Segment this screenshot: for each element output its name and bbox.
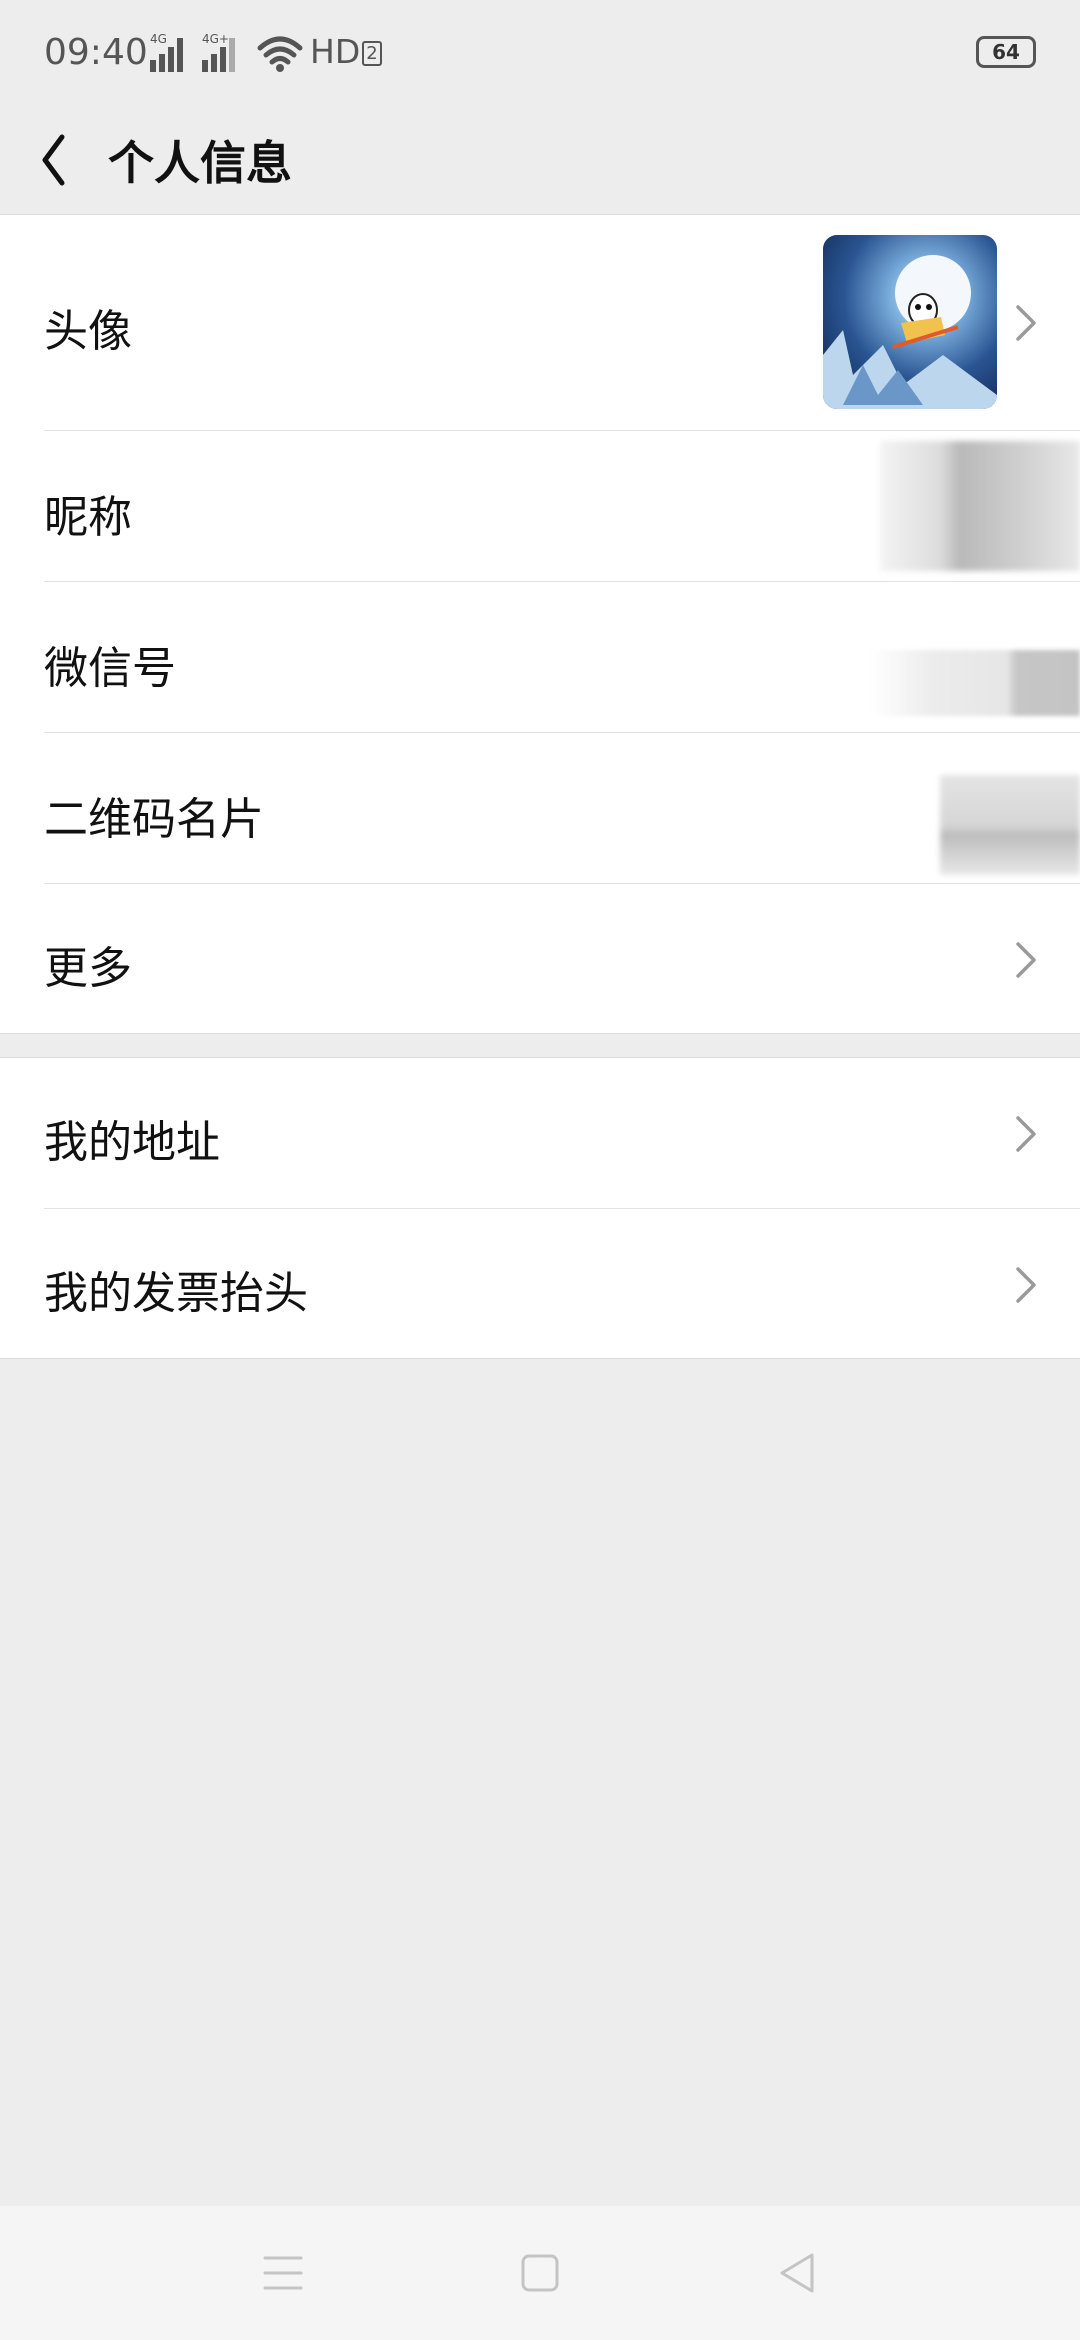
redacted-value	[880, 441, 1080, 571]
menu-icon[interactable]	[262, 2252, 304, 2294]
hd-indicator: HD 2	[310, 32, 382, 71]
row-label: 头像	[44, 306, 132, 357]
row-qr-card[interactable]: 二维码名片	[0, 733, 1080, 884]
row-label: 二维码名片	[44, 794, 264, 845]
row-label: 更多	[44, 943, 132, 994]
wifi-dot-icon	[276, 64, 284, 72]
row-label: 我的地址	[44, 1117, 220, 1168]
chevron-right-icon	[1016, 942, 1036, 978]
row-nickname[interactable]: 昵称	[0, 431, 1080, 582]
chevron-right-icon	[1016, 305, 1036, 341]
avatar[interactable]	[823, 235, 997, 409]
status-time: 09:40	[44, 32, 148, 73]
hd-sub: 2	[362, 41, 382, 66]
chevron-right-icon	[1016, 1116, 1036, 1152]
row-my-address[interactable]: 我的地址	[0, 1058, 1080, 1209]
network-label-2: 4G+	[202, 32, 229, 46]
address-section: 我的地址 我的发票抬头	[0, 1057, 1080, 1359]
network-label-1: 4G	[150, 32, 167, 46]
chevron-right-icon	[1016, 1267, 1036, 1303]
row-label: 微信号	[44, 643, 176, 694]
redacted-value	[940, 775, 1080, 875]
row-wechat-id[interactable]: 微信号	[0, 582, 1080, 733]
battery-icon: 64	[976, 36, 1036, 68]
signal-bar-icon	[211, 54, 217, 72]
wifi-icon	[257, 36, 303, 65]
signal-bar-icon	[177, 38, 183, 72]
signal-bar-icon	[168, 47, 174, 72]
profile-section: 头像 昵称 微信号 二维码名片 更多	[0, 214, 1080, 1034]
row-avatar[interactable]: 头像	[0, 215, 1080, 431]
signal-bar-icon	[220, 47, 226, 72]
signal-bar-icon	[150, 60, 156, 72]
nav-bar: 个人信息	[0, 105, 1080, 215]
redacted-value	[870, 650, 1080, 716]
back-triangle-icon[interactable]	[776, 2250, 818, 2296]
home-icon[interactable]	[519, 2252, 561, 2294]
row-label: 我的发票抬头	[44, 1268, 308, 1319]
row-invoice-title[interactable]: 我的发票抬头	[0, 1209, 1080, 1360]
row-more[interactable]: 更多	[0, 884, 1080, 1035]
avatar-image	[823, 235, 997, 409]
signal-bar-icon	[229, 38, 235, 72]
system-nav-bar	[0, 2206, 1080, 2340]
signal-bar-icon	[159, 54, 165, 72]
signal-bar-icon	[202, 60, 208, 72]
page-title: 个人信息	[108, 136, 292, 190]
back-button[interactable]	[30, 120, 110, 200]
battery-level: 64	[992, 40, 1020, 64]
hd-label: HD	[310, 32, 361, 71]
row-label: 昵称	[44, 492, 132, 543]
chevron-left-icon	[42, 134, 65, 186]
status-bar: 09:40 4G 4G+ HD 2 64	[0, 0, 1080, 105]
